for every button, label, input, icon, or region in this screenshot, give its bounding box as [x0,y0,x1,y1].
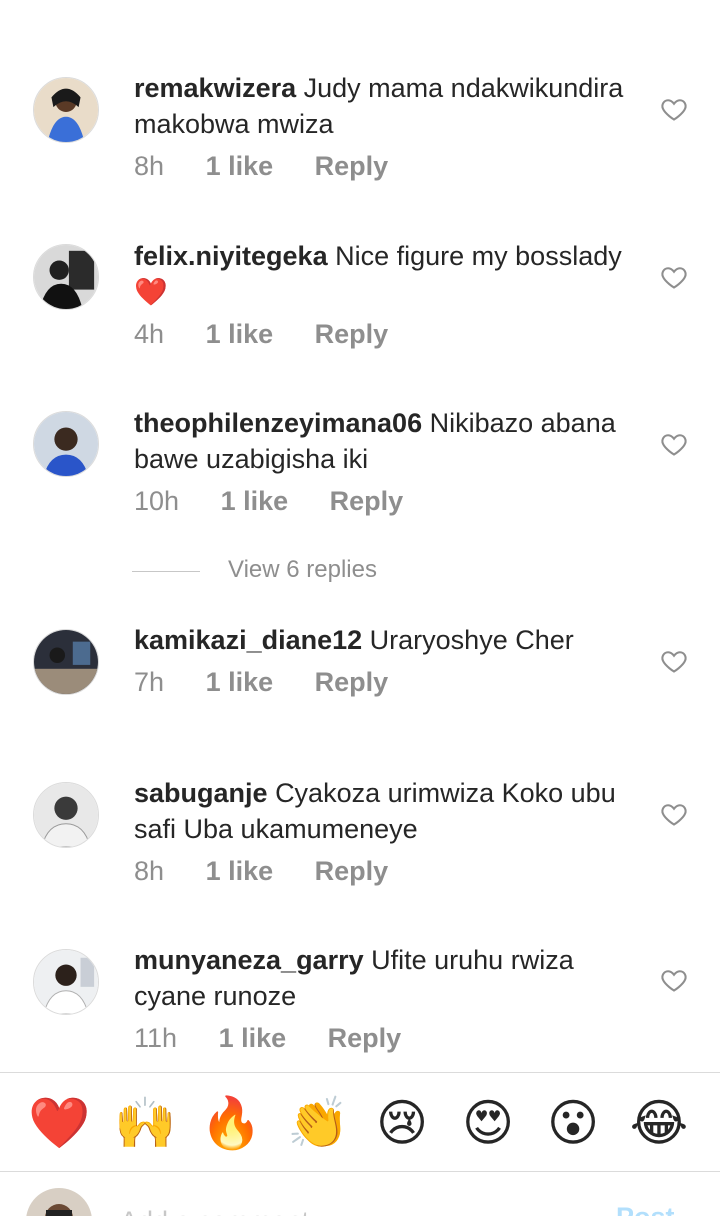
timestamp: 8h [134,151,165,181]
likes-count[interactable]: 1 like [219,1023,287,1053]
username-link[interactable]: munyaneza_garry [134,945,364,975]
comment-meta: 7h 1 like Reply [134,667,422,698]
timestamp: 10h [134,486,180,516]
comment-text: felix.niyitegeka Nice figure my bosslady… [134,238,639,310]
emoji-clap-button[interactable]: 👏 [287,1093,349,1153]
emoji-crying-button[interactable]: 😢 [372,1093,432,1153]
emoji-fire-button[interactable]: 🔥 [200,1093,262,1153]
emoji-surprised-button[interactable]: 😮 [543,1093,603,1153]
comment-meta: 10h 1 like Reply [134,486,437,517]
comment-composer: Post [0,1172,720,1216]
reply-button[interactable]: Reply [315,151,389,181]
comment-meta: 8h 1 like Reply [134,856,422,887]
avatar[interactable] [33,411,99,477]
likes-count[interactable]: 1 like [206,151,274,181]
emoji-raised-hands-button[interactable]: 🙌 [114,1093,176,1153]
avatar[interactable] [33,782,99,848]
reply-button[interactable]: Reply [315,667,389,697]
comment-text: kamikazi_diane12 Uraryoshye Cher [134,622,639,658]
comment-text: sabuganje Cyakoza urimwiza Koko ubu safi… [134,775,639,847]
comment-meta: 8h 1 like Reply [134,151,422,182]
likes-count[interactable]: 1 like [206,856,274,886]
avatar[interactable] [33,629,99,695]
likes-count[interactable]: 1 like [206,319,274,349]
heart-outline-icon[interactable] [660,95,688,123]
timestamp: 11h [134,1023,178,1053]
emoji-heart-button[interactable]: ❤️ [28,1093,90,1153]
avatar[interactable] [33,949,99,1015]
reply-button[interactable]: Reply [315,319,389,349]
post-button[interactable]: Post [616,1202,675,1216]
emoji-heart-eyes-button[interactable]: 😍 [458,1093,518,1153]
replies-divider [132,571,200,572]
heart-outline-icon[interactable] [660,647,688,675]
username-link[interactable]: sabuganje [134,778,268,808]
likes-count[interactable]: 1 like [221,486,289,516]
username-link[interactable]: theophilenzeyimana06 [134,408,422,438]
reply-button[interactable]: Reply [315,856,389,886]
reply-button[interactable]: Reply [328,1023,402,1053]
heart-outline-icon[interactable] [660,263,688,291]
avatar[interactable] [33,77,99,143]
comment-text: remakwizera Judy mama ndakwikundira mako… [134,70,639,142]
timestamp: 4h [134,319,165,349]
timestamp: 8h [134,856,165,886]
comment-text: theophilenzeyimana06 Nikibazo abana bawe… [134,405,639,477]
heart-outline-icon[interactable] [660,800,688,828]
likes-count[interactable]: 1 like [206,667,274,697]
reply-button[interactable]: Reply [330,486,404,516]
username-link[interactable]: remakwizera [134,73,296,103]
emoji-reaction-bar: ❤️ 🙌 🔥 👏 😢 😍 😮 😂 [0,1072,720,1172]
emoji-laughing-button[interactable]: 😂 [629,1093,689,1153]
view-replies-label[interactable]: View 6 replies [228,556,377,584]
avatar[interactable] [33,244,99,310]
heart-outline-icon[interactable] [660,966,688,994]
username-link[interactable]: felix.niyitegeka [134,241,328,271]
comment-body: Uraryoshye Cher [369,625,574,655]
comment-meta: 11h 1 like Reply [134,1023,435,1054]
comment-meta: 4h 1 like Reply [134,319,422,350]
username-link[interactable]: kamikazi_diane12 [134,625,362,655]
heart-outline-icon[interactable] [660,430,688,458]
current-user-avatar [26,1188,92,1216]
comment-text: munyaneza_garry Ufite uruhu rwiza cyane … [134,942,639,1014]
timestamp: 7h [134,667,165,697]
comment-input[interactable] [118,1200,572,1216]
